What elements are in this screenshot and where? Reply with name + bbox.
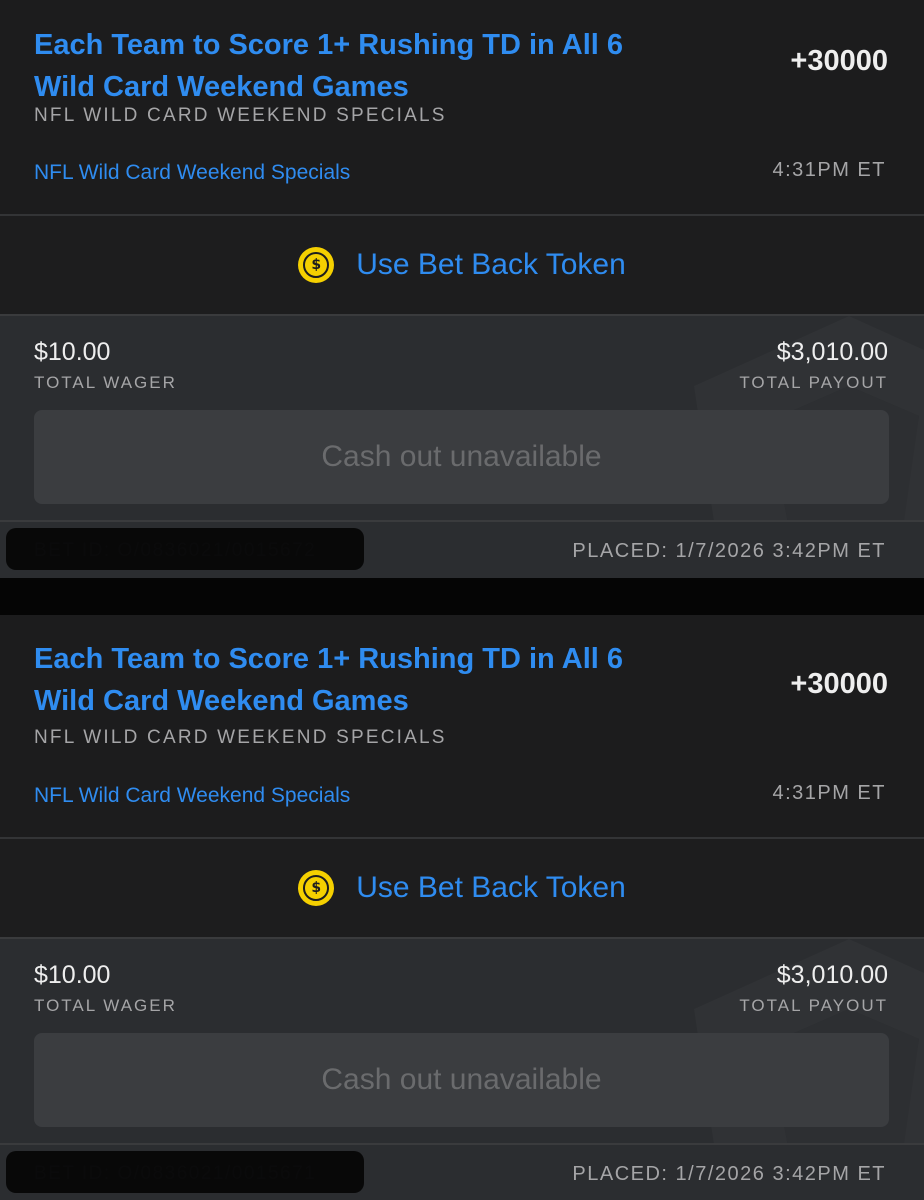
redaction-mark <box>6 1151 364 1193</box>
total-wager-label: TOTAL WAGER <box>34 996 177 1015</box>
total-wager-label: TOTAL WAGER <box>34 373 177 392</box>
bet-history-page: Each Team to Score 1+ Rushing TD in All … <box>0 0 924 1200</box>
total-wager-amount: $10.00 <box>34 961 111 989</box>
token-label: Use Bet Back Token <box>356 248 626 281</box>
dollar-coin-icon: $ <box>298 870 335 906</box>
bet-card-header: Each Team to Score 1+ Rushing TD in All … <box>0 615 924 837</box>
event-time: 4:31PM ET <box>772 159 886 181</box>
bet-odds: +30000 <box>790 668 888 700</box>
card-separator <box>0 578 924 615</box>
league-link[interactable]: NFL Wild Card Weekend Specials <box>34 161 350 185</box>
event-time: 4:31PM ET <box>772 782 886 804</box>
bet-card: Each Team to Score 1+ Rushing TD in All … <box>0 0 924 580</box>
bet-category: NFL WILD CARD WEEKEND SPECIALS <box>34 727 447 748</box>
token-label: Use Bet Back Token <box>356 871 626 904</box>
dollar-coin-icon: $ <box>298 247 335 283</box>
wager-section: $10.00 TOTAL WAGER $3,010.00 TOTAL PAYOU… <box>0 316 924 520</box>
bet-category: NFL WILD CARD WEEKEND SPECIALS <box>34 105 447 126</box>
total-payout-amount: $3,010.00 <box>776 961 888 989</box>
bet-footer: BET ID: O/0836021/0015672 PLACED: 1/7/20… <box>0 520 924 580</box>
wager-section: $10.00 TOTAL WAGER $3,010.00 TOTAL PAYOU… <box>0 939 924 1143</box>
total-payout-label: TOTAL PAYOUT <box>739 996 888 1015</box>
bet-odds: +30000 <box>790 45 888 77</box>
bet-card: Each Team to Score 1+ Rushing TD in All … <box>0 615 924 1200</box>
total-wager-amount: $10.00 <box>34 338 111 366</box>
use-bet-back-token-button[interactable]: $ Use Bet Back Token <box>0 214 924 316</box>
cash-out-button[interactable]: Cash out unavailable <box>34 1033 889 1127</box>
placed-timestamp: PLACED: 1/7/2026 3:42PM ET <box>572 1163 886 1185</box>
bet-title[interactable]: Each Team to Score 1+ Rushing TD in All … <box>34 638 674 722</box>
cash-out-button[interactable]: Cash out unavailable <box>34 410 889 504</box>
total-payout-amount: $3,010.00 <box>776 338 888 366</box>
redaction-mark <box>6 528 364 570</box>
league-link[interactable]: NFL Wild Card Weekend Specials <box>34 784 350 808</box>
bet-title[interactable]: Each Team to Score 1+ Rushing TD in All … <box>34 24 674 108</box>
bet-card-header: Each Team to Score 1+ Rushing TD in All … <box>0 0 924 214</box>
use-bet-back-token-button[interactable]: $ Use Bet Back Token <box>0 837 924 939</box>
total-payout-label: TOTAL PAYOUT <box>739 373 888 392</box>
placed-timestamp: PLACED: 1/7/2026 3:42PM ET <box>572 540 886 562</box>
bet-footer: BET ID: O/0836021/0015671 PLACED: 1/7/20… <box>0 1143 924 1200</box>
